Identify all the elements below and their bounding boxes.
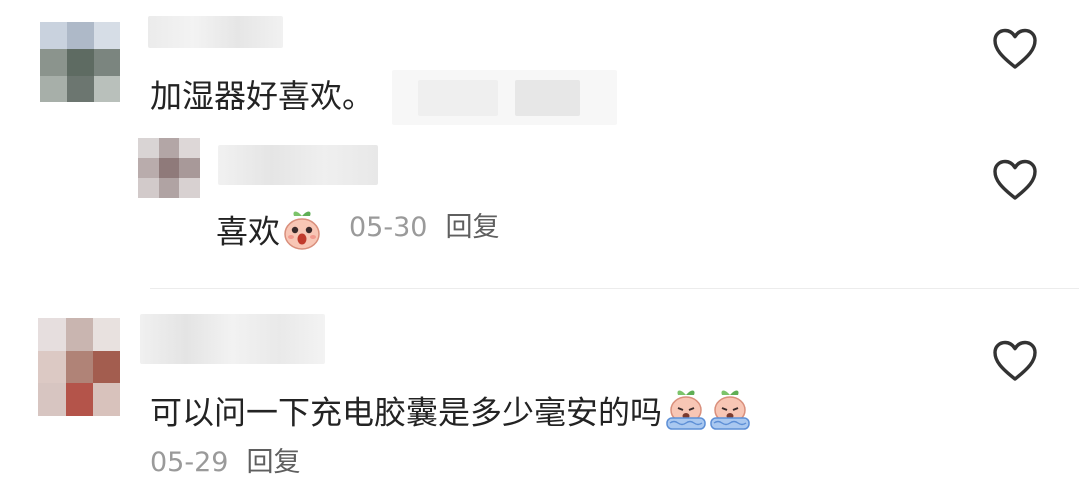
reply-text: 喜欢 [216,207,322,260]
heart-outline-icon [993,28,1037,69]
username-blurred[interactable] [148,16,283,48]
reply-meta: 05-30 回复 [349,211,499,245]
like-button[interactable] [991,339,1039,383]
like-button[interactable] [991,27,1039,71]
avatar[interactable] [38,318,120,416]
comment-text-content: 加湿器好喜欢。 [150,77,375,115]
heart-outline-icon [993,340,1037,381]
reply-text-content: 喜欢 [216,212,281,251]
comment-text-content: 可以问一下充电胶囊是多少毫安的吗 [150,393,663,432]
comment-text: 可以问一下充电胶囊是多少毫安的吗 [150,388,752,441]
like-button[interactable] [991,158,1039,202]
reply-button[interactable]: 回复 [445,212,499,243]
username-blurred[interactable] [140,314,325,364]
username-blurred[interactable] [218,145,378,185]
reply-date: 05-30 [349,212,428,243]
avatar[interactable] [138,138,200,198]
comment-meta: 05-29 回复 [150,446,300,480]
avatar[interactable] [40,22,120,102]
comment-divider [150,288,1079,289]
comment-date: 05-29 [150,447,229,478]
comment-text: 加湿器好喜欢。 [150,76,374,116]
heart-outline-icon [993,159,1037,200]
reply-button[interactable]: 回复 [246,447,300,478]
peach-crying-emoji [708,388,752,441]
peach-shocked-emoji [282,207,322,260]
peach-crying-emoji [664,388,708,441]
blurred-content [515,80,580,116]
blurred-content [418,80,498,116]
